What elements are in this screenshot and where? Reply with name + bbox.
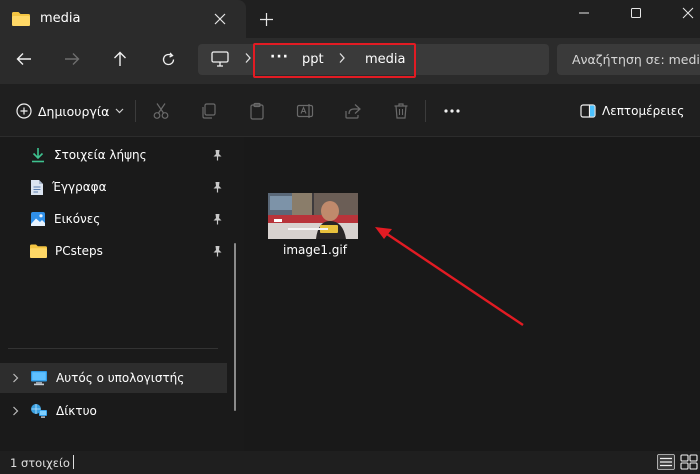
network-icon	[30, 403, 48, 419]
details-view-icon[interactable]	[657, 454, 675, 470]
new-button-label: Δημιουργία	[38, 103, 110, 119]
computer-icon[interactable]	[211, 51, 229, 67]
annotation-arrow	[370, 220, 530, 330]
computer-icon	[30, 370, 48, 386]
up-arrow-icon[interactable]	[106, 45, 134, 73]
sidebar-item-label: Έγγραφα	[52, 180, 107, 194]
new-tab-plus-icon[interactable]	[258, 11, 274, 27]
details-pane-icon	[580, 104, 596, 118]
tab-close-icon[interactable]	[212, 11, 228, 27]
paste-icon[interactable]	[246, 100, 268, 122]
pin-icon[interactable]	[212, 181, 223, 193]
share-icon[interactable]	[342, 100, 364, 122]
sidebar-scrollbar[interactable]	[234, 243, 236, 411]
chevron-right-icon[interactable]	[244, 52, 252, 64]
sidebar-item-this-pc[interactable]: Αυτός ο υπολογιστής	[0, 363, 227, 393]
sidebar-item-pictures[interactable]: Εικόνες	[30, 207, 100, 231]
refresh-icon[interactable]	[154, 45, 182, 73]
forward-arrow-icon[interactable]	[58, 45, 86, 73]
item-count: 1 στοιχείο	[10, 456, 70, 470]
status-divider	[73, 455, 74, 469]
folder-icon	[30, 244, 47, 258]
rename-icon[interactable]	[294, 100, 316, 122]
highlight-annotation-box	[253, 43, 416, 78]
toolbar-divider	[135, 100, 136, 122]
tab-title: media	[40, 11, 81, 26]
new-button[interactable]: Δημιουργία	[10, 96, 130, 126]
back-arrow-icon[interactable]	[10, 45, 38, 73]
large-icons-view-icon[interactable]	[680, 454, 698, 470]
copy-icon[interactable]	[198, 100, 220, 122]
plus-circle-icon	[16, 103, 32, 119]
gif-thumbnail[interactable]	[268, 193, 358, 239]
sidebar-item-network[interactable]: Δίκτυο	[0, 396, 227, 426]
details-button[interactable]: Λεπτομέρειες	[580, 98, 684, 124]
folder-icon	[12, 11, 30, 26]
sidebar-item-documents[interactable]: Έγγραφα	[30, 175, 107, 199]
pictures-icon	[30, 211, 46, 227]
sidebar-item-label: PCsteps	[55, 244, 103, 258]
maximize-icon[interactable]	[624, 4, 648, 22]
pin-icon[interactable]	[212, 245, 223, 257]
sidebar-item-label: Δίκτυο	[56, 404, 97, 418]
window-close-icon[interactable]	[676, 4, 700, 22]
sidebar-divider	[8, 348, 218, 349]
details-label: Λεπτομέρειες	[602, 104, 685, 118]
minimize-icon[interactable]	[572, 4, 596, 22]
delete-icon[interactable]	[390, 100, 412, 122]
sidebar-item-label: Στοιχεία λήψης	[54, 148, 147, 162]
tab-media[interactable]	[0, 0, 246, 38]
download-icon	[30, 147, 46, 163]
sidebar-item-label: Εικόνες	[54, 212, 101, 226]
chevron-right-icon[interactable]	[0, 373, 30, 383]
sidebar-item-downloads[interactable]: Στοιχεία λήψης	[30, 143, 147, 167]
cut-icon[interactable]	[150, 100, 172, 122]
chevron-down-icon	[115, 108, 124, 114]
pin-icon[interactable]	[212, 149, 223, 161]
search-input[interactable]: Αναζήτηση σε: media	[572, 52, 700, 67]
toolbar-divider	[425, 100, 426, 122]
file-name[interactable]: image1.gif	[263, 243, 367, 257]
more-icon[interactable]	[441, 100, 463, 122]
pin-icon[interactable]	[212, 213, 223, 225]
status-bar	[0, 451, 700, 474]
documents-icon	[30, 179, 44, 196]
sidebar-item-label: Αυτός ο υπολογιστής	[56, 371, 185, 385]
sidebar-item-pcsteps[interactable]: PCsteps	[30, 239, 103, 263]
chevron-right-icon[interactable]	[0, 406, 30, 416]
